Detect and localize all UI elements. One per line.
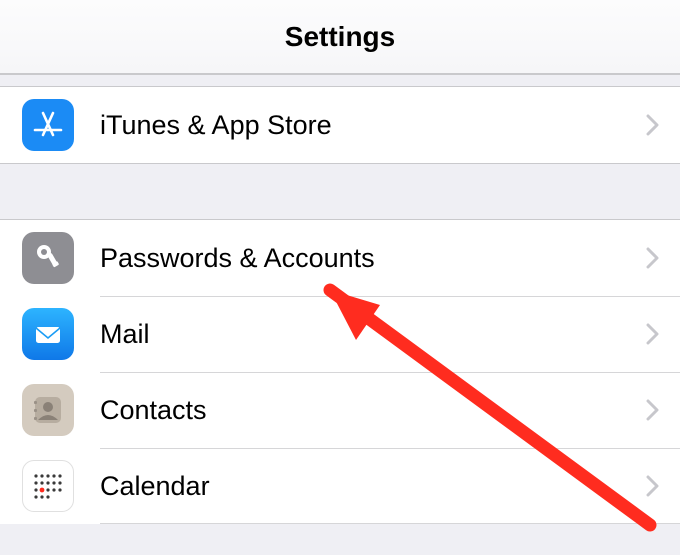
chevron-right-icon [646, 323, 660, 345]
key-icon [22, 232, 74, 284]
contacts-icon [22, 384, 74, 436]
chevron-right-icon [646, 247, 660, 269]
page-title: Settings [285, 21, 395, 53]
row-calendar[interactable]: Calendar [0, 448, 680, 524]
row-label: Contacts [100, 395, 646, 426]
group-separator [0, 163, 680, 219]
mail-icon [22, 308, 74, 360]
chevron-right-icon [646, 399, 660, 421]
chevron-right-icon [646, 475, 660, 497]
row-itunes-appstore[interactable]: iTunes & App Store [0, 87, 680, 163]
row-mail[interactable]: Mail [0, 296, 680, 372]
nav-header: Settings [0, 0, 680, 74]
row-passwords-accounts[interactable]: Passwords & Accounts [0, 220, 680, 296]
row-contacts[interactable]: Contacts [0, 372, 680, 448]
settings-group-2: Passwords & Accounts Mail [0, 219, 680, 524]
row-label: Passwords & Accounts [100, 243, 646, 274]
calendar-icon [22, 460, 74, 512]
row-label: iTunes & App Store [100, 110, 646, 141]
group-separator [0, 74, 680, 86]
chevron-right-icon [646, 114, 660, 136]
row-label: Mail [100, 319, 646, 350]
appstore-icon [22, 99, 74, 151]
row-label: Calendar [100, 471, 646, 502]
settings-group-1: iTunes & App Store [0, 86, 680, 163]
